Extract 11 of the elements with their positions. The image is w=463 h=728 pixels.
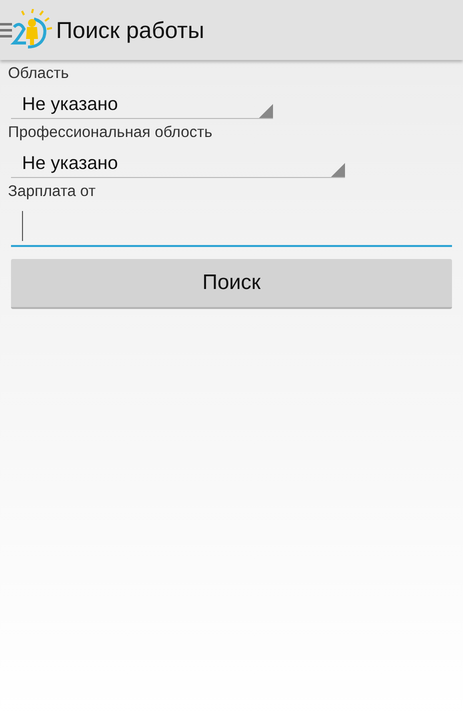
dropdown[interactable]: Не указано [11, 89, 273, 119]
field-label: Профессиональная облость [8, 123, 212, 142]
corner-triangle-icon [331, 163, 345, 177]
field-label: Зарплата от [8, 182, 96, 201]
field-label: Область [8, 64, 69, 83]
dropdown[interactable]: Не указано [11, 148, 345, 178]
search-button[interactable]: Поиск [11, 259, 452, 309]
logo-icon [10, 9, 52, 51]
app-title: Поиск работы [56, 16, 204, 44]
menu-icon[interactable] [0, 22, 12, 38]
corner-triangle-icon [259, 104, 273, 118]
